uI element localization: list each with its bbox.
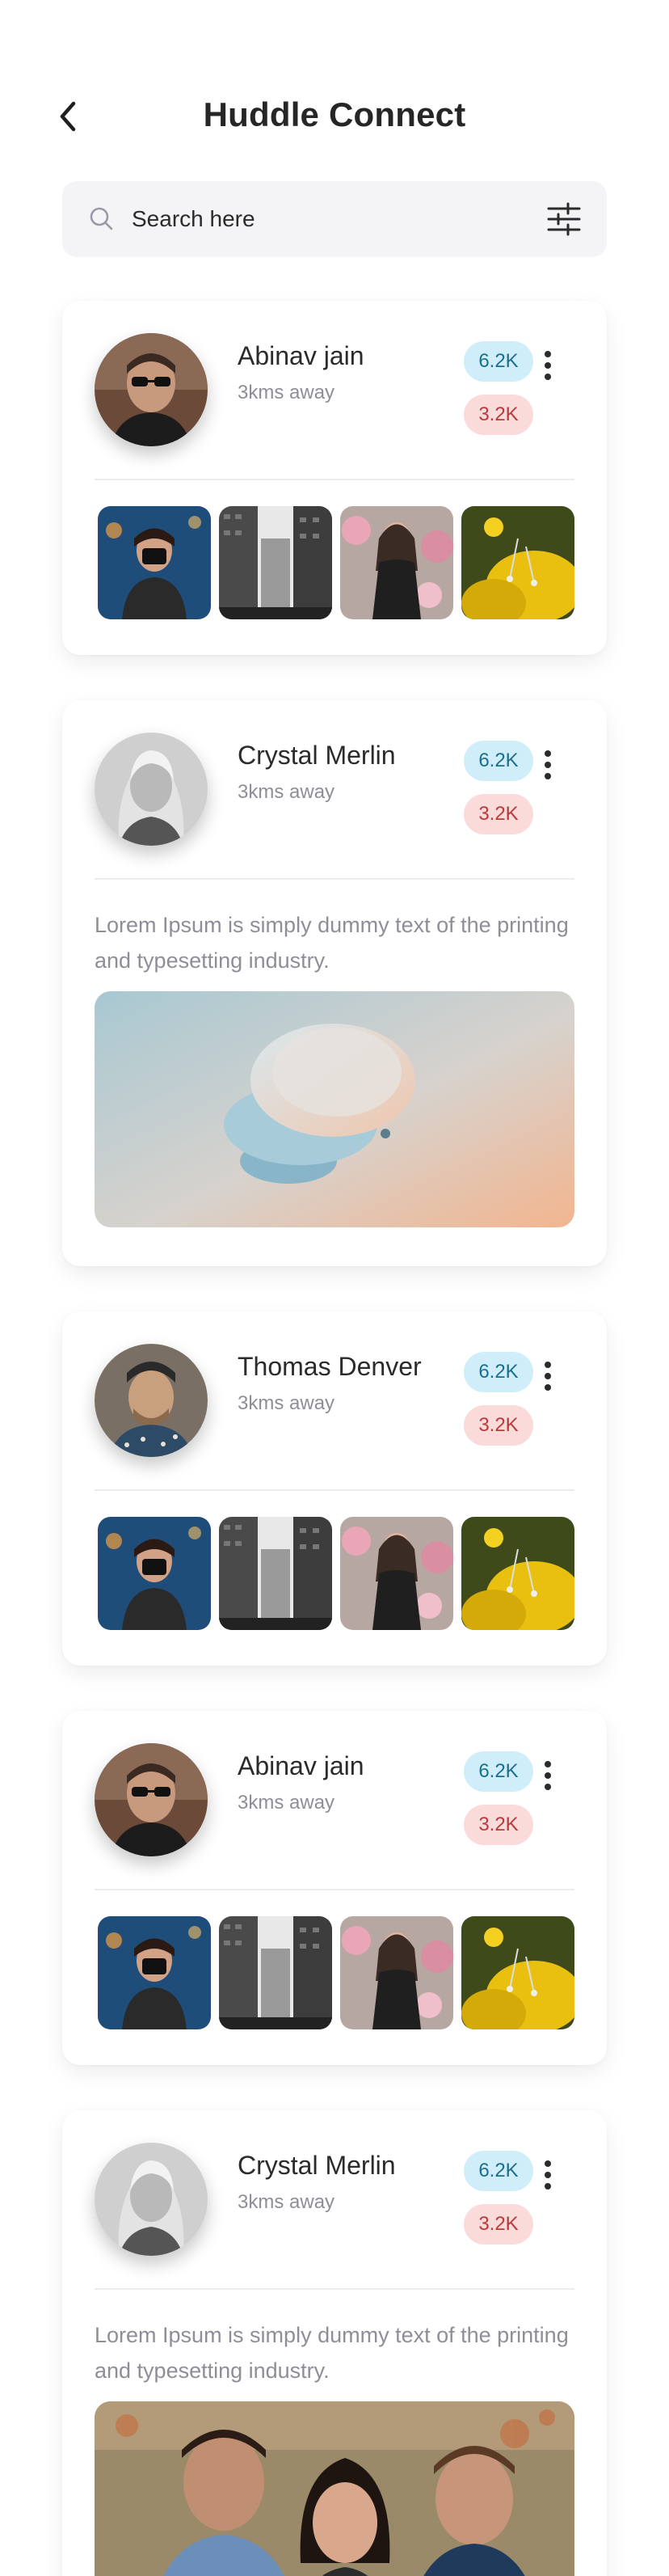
gallery-photo[interactable] (461, 1916, 574, 2029)
hearts-badge: 3.2K (464, 2204, 533, 2244)
likes-badge: 6.2K (464, 341, 533, 382)
profile-card: Thomas Denver 3kms away 6.2K 3.2K (62, 1311, 607, 1666)
avatar[interactable] (95, 733, 208, 846)
hearts-badge: 3.2K (464, 395, 533, 435)
photo-gallery (98, 1916, 574, 2029)
hearts-badge: 3.2K (464, 1805, 533, 1845)
divider (95, 1889, 574, 1890)
more-options-icon[interactable] (536, 1358, 560, 1394)
divider (95, 1489, 574, 1491)
feed-screen: Huddle Connect Search here Abinav jain 3… (0, 0, 669, 2576)
search-bar[interactable] (62, 181, 607, 257)
gallery-photo[interactable] (340, 1916, 453, 2029)
user-name[interactable]: Abinav jain (238, 1751, 364, 1781)
sliders-icon[interactable] (545, 201, 583, 238)
profile-card: Abinav jain 3kms away 6.2K 3.2K (62, 1711, 607, 2065)
more-options-icon[interactable] (536, 2157, 560, 2193)
gallery-photo[interactable] (98, 1517, 211, 1630)
user-name[interactable]: Crystal Merlin (238, 741, 396, 771)
page-title: Huddle Connect (203, 95, 466, 133)
post-image[interactable] (95, 2401, 574, 2576)
divider (95, 479, 574, 480)
user-distance: 3kms away (238, 781, 335, 803)
user-distance: 3kms away (238, 382, 335, 403)
likes-badge: 6.2K (464, 741, 533, 781)
user-name[interactable]: Thomas Denver (238, 1352, 422, 1382)
user-distance: 3kms away (238, 1792, 335, 1814)
divider (95, 878, 574, 880)
gallery-photo[interactable] (98, 1916, 211, 2029)
search-input[interactable] (132, 196, 520, 243)
user-name[interactable]: Crystal Merlin (238, 2151, 396, 2181)
avatar[interactable] (95, 1344, 208, 1457)
gallery-photo[interactable] (340, 506, 453, 619)
gallery-photo[interactable] (219, 1916, 332, 2029)
photo-gallery (98, 506, 574, 619)
post-caption: Lorem Ipsum is simply dummy text of the … (95, 913, 569, 973)
gallery-photo[interactable] (340, 1517, 453, 1630)
user-distance: 3kms away (238, 2191, 335, 2213)
avatar[interactable] (95, 1743, 208, 1856)
user-name[interactable]: Abinav jain (238, 341, 364, 371)
more-options-icon[interactable] (536, 747, 560, 783)
likes-badge: 6.2K (464, 2151, 533, 2191)
user-distance: 3kms away (238, 1392, 335, 1414)
avatar[interactable] (95, 2143, 208, 2256)
likes-badge: 6.2K (464, 1751, 533, 1792)
post-caption: Lorem Ipsum is simply dummy text of the … (95, 2323, 569, 2383)
post-card: Crystal Merlin 3kms away 6.2K 3.2K Lorem… (62, 2110, 607, 2576)
post-card: Crystal Merlin 3kms away 6.2K 3.2K Lorem… (62, 700, 607, 1266)
divider (95, 2288, 574, 2290)
profile-card: Abinav jain 3kms away 6.2K 3.2K (62, 301, 607, 655)
photo-gallery (98, 1517, 574, 1630)
gallery-photo[interactable] (98, 506, 211, 619)
more-options-icon[interactable] (536, 348, 560, 383)
gallery-photo[interactable] (219, 506, 332, 619)
more-options-icon[interactable] (536, 1758, 560, 1793)
gallery-photo[interactable] (219, 1517, 332, 1630)
hearts-badge: 3.2K (464, 794, 533, 834)
hearts-badge: 3.2K (464, 1405, 533, 1446)
avatar[interactable] (95, 333, 208, 446)
post-image[interactable] (95, 991, 574, 1227)
app-header: Huddle Connect (0, 91, 669, 142)
search-icon (90, 207, 113, 230)
gallery-photo[interactable] (461, 1517, 574, 1630)
gallery-photo[interactable] (461, 506, 574, 619)
likes-badge: 6.2K (464, 1352, 533, 1392)
